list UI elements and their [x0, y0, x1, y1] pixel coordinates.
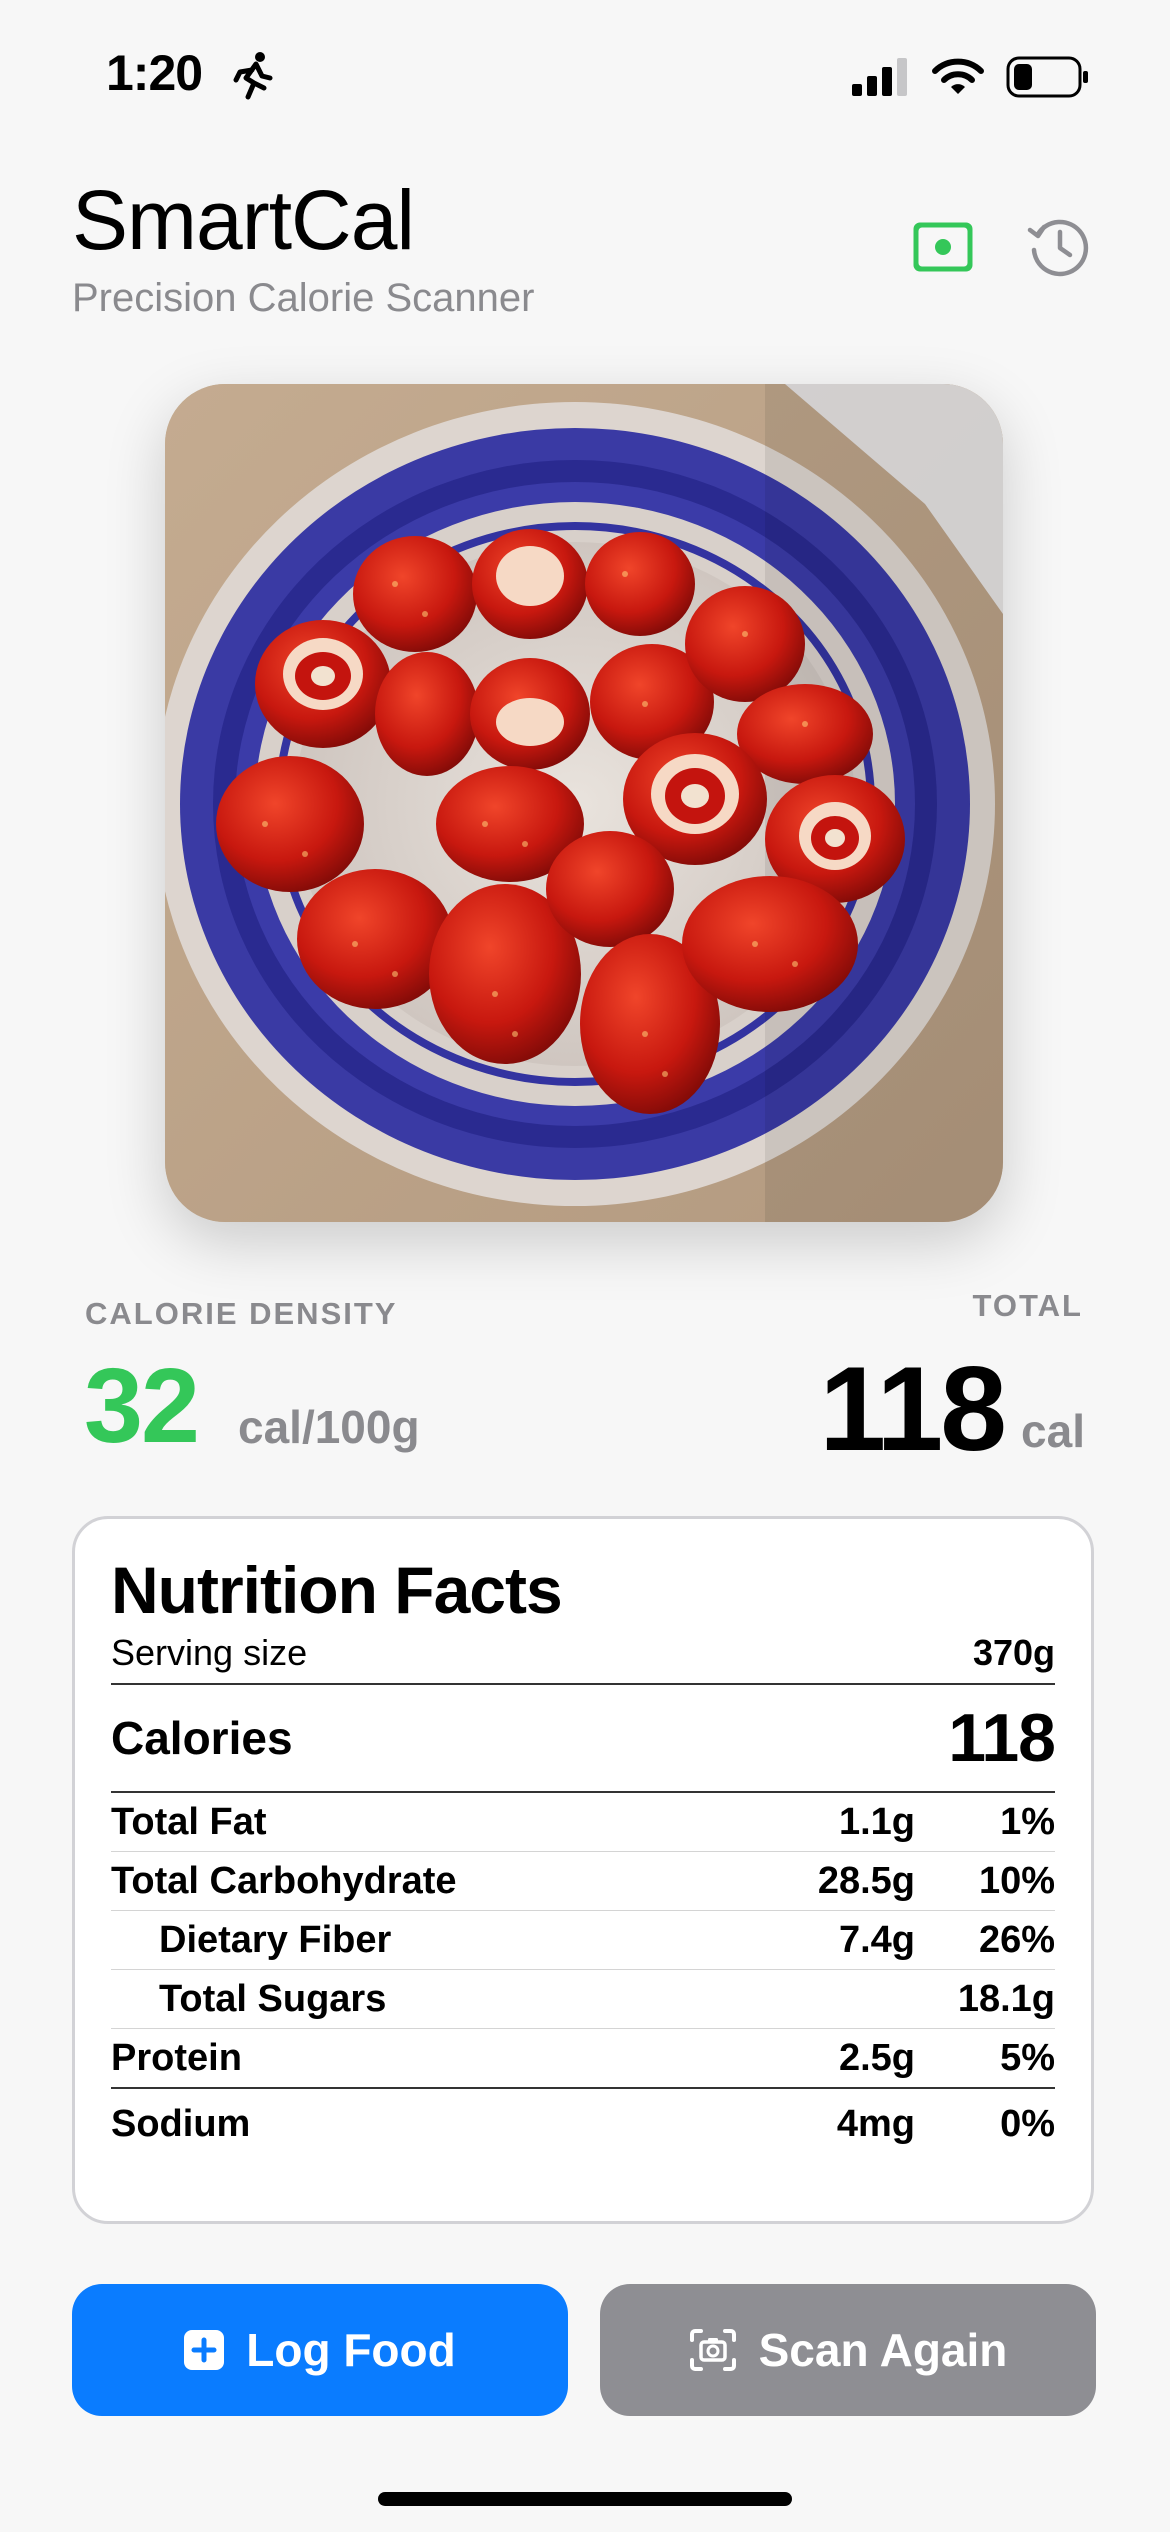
nutrient-percent: 10%	[978, 1859, 1055, 1902]
nutrient-row-total-carbohydrate: Total Carbohydrate 28.5g 10%	[111, 1852, 1055, 1911]
calorie-density-unit: cal/100g	[238, 1401, 420, 1453]
nutrient-percent: 1%	[1000, 1800, 1055, 1843]
nutrient-label: Total Sugars	[159, 1977, 387, 2020]
nutrient-row-sodium: Sodium 4mg 0%	[111, 2089, 1055, 2159]
nutrient-amount: 2.5g	[838, 2036, 915, 2079]
camera-viewfinder-icon	[689, 2329, 736, 2371]
nutrient-label: Dietary Fiber	[159, 1918, 392, 1961]
calories-value: 118	[948, 1700, 1056, 1776]
scan-again-label: Scan Again	[758, 2324, 1008, 2376]
app-title: SmartCal	[72, 173, 415, 267]
status-indicators	[852, 56, 1090, 98]
nutrient-amount: 28.5g	[817, 1859, 915, 1902]
status-bar: 1:20	[0, 0, 1170, 150]
total-label: TOTAL	[972, 1288, 1083, 1323]
nutrient-label: Total Fat	[111, 1800, 267, 1843]
nutrient-label: Sodium	[111, 2102, 251, 2145]
serving-size-row: Serving size 370g	[111, 1623, 1055, 1685]
serving-size-value: 370g	[972, 1632, 1055, 1673]
camera-scan-icon	[913, 222, 973, 272]
nutrient-label: Protein	[111, 2036, 242, 2079]
nutrient-amount: 4mg	[836, 2102, 915, 2145]
nutrient-amount: 1.1g	[838, 1800, 915, 1843]
scan-again-button[interactable]: Scan Again	[600, 2284, 1096, 2416]
running-person-icon	[233, 52, 273, 100]
cellular-signal-icon	[852, 58, 907, 96]
serving-size-label: Serving size	[111, 1632, 308, 1673]
food-photo	[165, 384, 1003, 1222]
calorie-density-value: 32	[84, 1347, 200, 1465]
nutrient-label: Total Carbohydrate	[111, 1859, 457, 1902]
total-calories-unit: cal	[1021, 1405, 1085, 1457]
nutrient-percent: 5%	[1000, 2036, 1055, 2079]
camera-scan-button[interactable]	[908, 212, 978, 282]
wifi-icon	[932, 58, 984, 94]
status-time: 1:20	[106, 45, 203, 101]
history-button[interactable]	[1024, 212, 1094, 282]
strawberries-in-bowl-photo	[165, 384, 1003, 1222]
history-icon	[1027, 219, 1089, 277]
home-indicator[interactable]	[378, 2492, 792, 2506]
calorie-density-label: CALORIE DENSITY	[85, 1296, 398, 1331]
nutrient-amount: 7.4g	[838, 1918, 915, 1961]
log-food-label: Log Food	[246, 2324, 456, 2376]
battery-icon	[1006, 56, 1088, 98]
nutrient-row-protein: Protein 2.5g 5%	[111, 2029, 1055, 2089]
nutrient-row-total-fat: Total Fat 1.1g 1%	[111, 1793, 1055, 1852]
calories-label: Calories	[111, 1712, 293, 1764]
nutrition-facts-card: Nutrition Facts Serving size 370g Calori…	[72, 1516, 1094, 2224]
nutrient-row-total-sugars: Total Sugars 18.1g	[111, 1970, 1055, 2029]
nutrient-percent: 26%	[978, 1918, 1055, 1961]
nutrition-facts-title: Nutrition Facts	[111, 1553, 563, 1627]
total-calories-value: 118	[819, 1342, 1007, 1476]
nutrient-percent: 0%	[1000, 2102, 1055, 2145]
app-subtitle: Precision Calorie Scanner	[72, 276, 535, 320]
calories-row: Calories 118	[111, 1685, 1056, 1793]
nutrient-row-dietary-fiber: Dietary Fiber 7.4g 26%	[111, 1911, 1055, 1970]
nutrient-percent: 18.1g	[957, 1977, 1055, 2020]
plus-square-icon	[184, 2330, 225, 2370]
log-food-button[interactable]: Log Food	[72, 2284, 568, 2416]
